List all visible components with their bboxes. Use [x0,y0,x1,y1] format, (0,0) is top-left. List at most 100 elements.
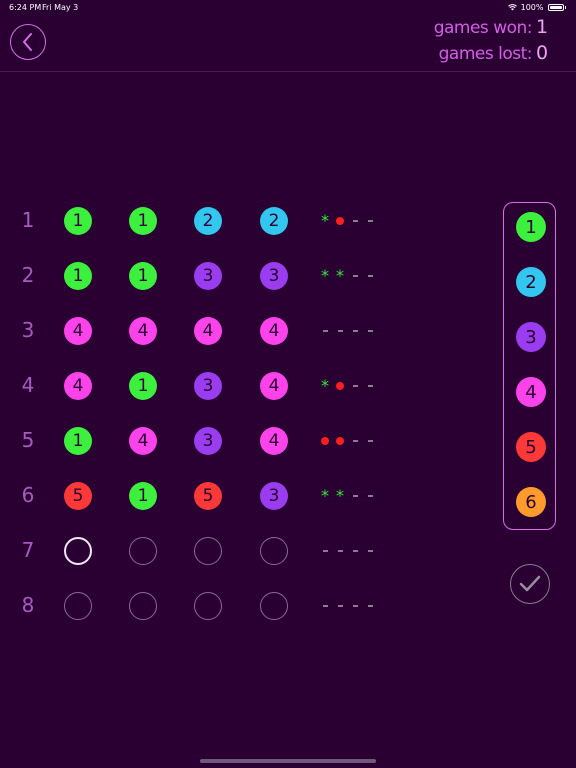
feedback-pegs [318,599,378,613]
feedback-none-icon [363,324,377,338]
feedback-none-icon [333,324,347,338]
row-label: 1 [21,208,35,232]
feedback-none-icon [318,599,332,613]
feedback-pegs: * * [318,266,378,285]
games-lost-label: games lost: [438,44,533,64]
battery-icon [547,4,564,11]
peg: 2 [260,207,288,235]
peg: 1 [64,262,92,290]
feedback-none-icon [348,379,362,393]
peg: 4 [129,427,157,455]
feedback-none-icon [363,599,377,613]
feedback-exact-icon: * [321,376,329,395]
feedback-exact-icon: * [321,486,329,505]
feedback-none-icon [348,489,362,503]
peg: 2 [194,207,222,235]
peg: 3 [194,427,222,455]
peg: 3 [260,262,288,290]
status-time: 6:24 PM [9,3,42,12]
feedback-none-icon [348,324,362,338]
games-lost-value: 0 [536,42,548,64]
chevron-left-icon [23,33,32,51]
palette-color-4[interactable]: 4 [516,377,546,407]
wifi-icon [507,4,517,11]
feedback-pegs [318,434,378,448]
feedback-color-icon [333,379,347,393]
row-label: 8 [21,593,35,617]
home-indicator [200,759,376,763]
peg: 3 [194,262,222,290]
palette-color-3[interactable]: 3 [516,322,546,352]
games-won: games won: 1 [433,16,548,38]
peg: 3 [260,482,288,510]
feedback-none-icon [348,269,362,283]
peg-slot[interactable] [129,537,157,565]
checkmark-icon [519,575,541,592]
feedback-none-icon [363,379,377,393]
row-label: 6 [21,483,35,507]
feedback-none-icon [348,544,362,558]
peg-slot [260,592,288,620]
peg: 4 [260,317,288,345]
peg: 4 [129,317,157,345]
submit-guess-button[interactable] [510,564,550,604]
feedback-none-icon [318,544,332,558]
peg: 5 [64,482,92,510]
peg: 1 [129,207,157,235]
feedback-exact-icon: * [321,266,329,285]
feedback-none-icon [348,434,362,448]
peg: 1 [64,427,92,455]
palette-color-1[interactable]: 1 [516,212,546,242]
peg-slot [129,592,157,620]
row-label: 7 [21,538,35,562]
peg: 4 [194,317,222,345]
feedback-pegs: * * [318,486,378,505]
peg-slot[interactable] [194,537,222,565]
feedback-none-icon [348,214,362,228]
row-label: 5 [21,428,35,452]
feedback-none-icon [333,544,347,558]
peg: 4 [260,427,288,455]
row-label: 4 [21,373,35,397]
feedback-pegs [318,544,378,558]
status-date: Fri May 3 [42,3,79,12]
feedback-none-icon [363,434,377,448]
color-palette: 1 2 3 4 5 6 [503,202,556,530]
feedback-pegs [318,324,378,338]
feedback-color-icon [318,434,332,448]
peg: 3 [194,372,222,400]
feedback-pegs: * [318,213,378,229]
feedback-none-icon [333,599,347,613]
feedback-none-icon [363,544,377,558]
peg: 1 [64,207,92,235]
row-label: 2 [21,263,35,287]
feedback-none-icon [318,324,332,338]
status-indicators: 100% [507,3,566,12]
battery-cap [564,6,566,9]
peg: 1 [129,482,157,510]
peg: 4 [64,372,92,400]
row-label: 3 [21,318,35,342]
peg: 5 [194,482,222,510]
games-won-label: games won: [433,18,533,38]
palette-color-2[interactable]: 2 [516,267,546,297]
feedback-none-icon [363,489,377,503]
games-won-value: 1 [536,16,548,38]
header-divider [0,71,576,72]
back-button[interactable] [10,24,46,60]
palette-color-6[interactable]: 6 [516,487,546,517]
feedback-exact-icon: * [336,266,344,285]
peg-slot[interactable] [64,537,92,565]
peg-slot [194,592,222,620]
feedback-none-icon [348,599,362,613]
feedback-pegs: * [318,376,378,395]
feedback-none-icon [363,214,377,228]
feedback-exact-icon: * [336,486,344,505]
peg-slot[interactable] [260,537,288,565]
games-lost: games lost: 0 [438,42,548,64]
palette-color-5[interactable]: 5 [516,432,546,462]
peg: 1 [129,262,157,290]
feedback-color-icon [333,214,347,228]
peg: 4 [260,372,288,400]
feedback-none-icon [363,269,377,283]
